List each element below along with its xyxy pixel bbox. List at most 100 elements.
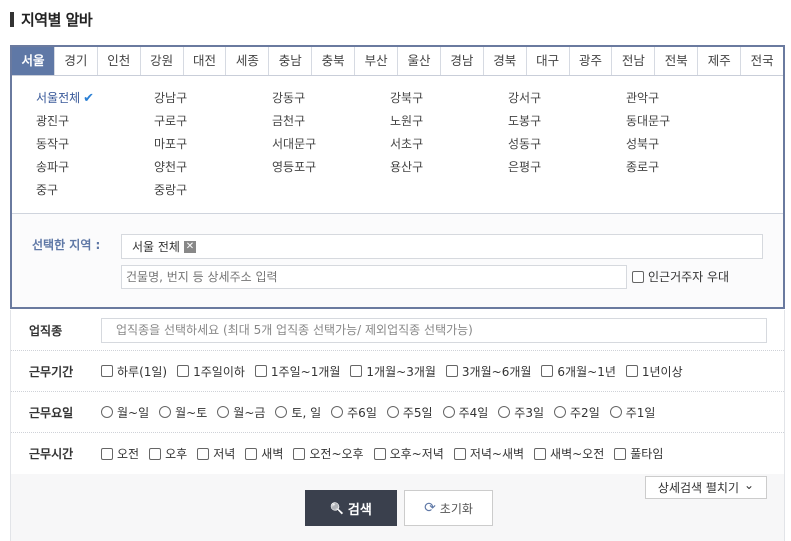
district-item[interactable]: 금천구 bbox=[272, 112, 390, 130]
checkbox[interactable] bbox=[254, 365, 267, 377]
tab-region[interactable]: 경북 bbox=[482, 47, 526, 75]
district-item[interactable]: 성동구 bbox=[508, 135, 626, 153]
district-item[interactable]: 중구 bbox=[36, 181, 154, 199]
district-item[interactable]: 광진구 bbox=[36, 112, 154, 130]
days-option[interactable]: 주4일 bbox=[442, 404, 488, 421]
checkbox[interactable] bbox=[293, 447, 306, 460]
days-option[interactable]: 월~토 bbox=[159, 404, 207, 421]
tab-region[interactable]: 광주 bbox=[568, 47, 612, 75]
district-item[interactable]: 동작구 bbox=[36, 135, 154, 153]
tab-region[interactable]: 경남 bbox=[439, 47, 483, 75]
district-item[interactable]: 도봉구 bbox=[508, 112, 626, 130]
period-option[interactable]: 6개월~1년 bbox=[541, 363, 616, 380]
hours-option[interactable]: 저녁 bbox=[197, 445, 235, 462]
tab-region[interactable]: 강원 bbox=[139, 47, 183, 75]
district-item[interactable]: 강서구 bbox=[508, 89, 626, 107]
checkbox[interactable] bbox=[614, 447, 627, 460]
search-button[interactable]: 🔍 검색 bbox=[305, 490, 397, 526]
tab-region[interactable]: 서울 bbox=[12, 47, 54, 75]
checkbox[interactable] bbox=[625, 365, 638, 377]
district-item[interactable]: 강동구 bbox=[272, 89, 390, 107]
days-option[interactable]: 주1일 bbox=[609, 404, 655, 421]
days-option[interactable]: 주3일 bbox=[498, 404, 544, 421]
district-item[interactable]: 서울전체 ✔ bbox=[36, 89, 154, 107]
district-item[interactable]: 양천구 bbox=[154, 158, 272, 176]
radio-button[interactable] bbox=[442, 406, 455, 418]
district-item[interactable]: 마포구 bbox=[154, 135, 272, 153]
radio-button[interactable] bbox=[609, 406, 622, 418]
tab-region[interactable]: 충남 bbox=[268, 47, 312, 75]
district-item[interactable]: 송파구 bbox=[36, 158, 154, 176]
period-option[interactable]: 하루(1일) bbox=[101, 363, 167, 380]
district-item[interactable]: 종로구 bbox=[626, 158, 744, 176]
job-type-input[interactable]: 업직종을 선택하세요 (최대 5개 업직종 선택가능/ 제외업직종 선택가능) bbox=[101, 318, 767, 343]
radio-button[interactable] bbox=[331, 406, 344, 418]
hours-option[interactable]: 오후 bbox=[149, 445, 187, 462]
tab-region[interactable]: 부산 bbox=[354, 47, 398, 75]
radio-button[interactable] bbox=[554, 406, 567, 418]
period-option[interactable]: 1개월~3개월 bbox=[350, 363, 436, 380]
district-item[interactable]: 영등포구 bbox=[272, 158, 390, 176]
tab-region[interactable]: 제주 bbox=[697, 47, 741, 75]
period-option[interactable]: 3개월~6개월 bbox=[445, 363, 531, 380]
hours-option[interactable]: 풀타임 bbox=[614, 445, 663, 462]
district-item[interactable]: 서대문구 bbox=[272, 135, 390, 153]
tab-region[interactable]: 충북 bbox=[311, 47, 355, 75]
period-option[interactable]: 1주일~1개월 bbox=[254, 363, 340, 380]
tab-region[interactable]: 울산 bbox=[397, 47, 440, 75]
hours-option[interactable]: 새벽~오전 bbox=[534, 445, 604, 462]
hours-option[interactable]: 새벽 bbox=[245, 445, 283, 462]
remove-chip-icon[interactable]: ✕ bbox=[183, 240, 196, 253]
district-item[interactable]: 관악구 bbox=[626, 89, 744, 107]
radio-button[interactable] bbox=[101, 406, 113, 418]
detail-search-toggle-button[interactable]: 상세검색 펼치기 ⌄ bbox=[645, 476, 767, 499]
district-item[interactable]: 용산구 bbox=[390, 158, 508, 176]
radio-button[interactable] bbox=[386, 406, 399, 418]
hours-option[interactable]: 오후~저녁 bbox=[373, 445, 444, 462]
district-item[interactable]: 강북구 bbox=[390, 89, 508, 107]
radio-button[interactable] bbox=[275, 406, 288, 418]
checkbox[interactable] bbox=[101, 365, 113, 377]
district-item[interactable]: 성북구 bbox=[626, 135, 744, 153]
district-item[interactable]: 강남구 bbox=[154, 89, 272, 107]
district-item[interactable]: 서초구 bbox=[390, 135, 508, 153]
days-option[interactable]: 월~일 bbox=[101, 404, 149, 421]
tab-region[interactable]: 전국 bbox=[740, 47, 784, 75]
checkbox[interactable] bbox=[453, 447, 466, 460]
checkbox[interactable] bbox=[445, 365, 458, 377]
checkbox[interactable] bbox=[373, 447, 386, 460]
checkbox[interactable] bbox=[350, 365, 363, 377]
near-resident-checkbox[interactable] bbox=[632, 270, 644, 283]
reset-button[interactable]: ⟳ 초기화 bbox=[404, 490, 493, 526]
district-item[interactable]: 은평구 bbox=[508, 158, 626, 176]
tab-region[interactable]: 인천 bbox=[96, 47, 140, 75]
checkbox[interactable] bbox=[101, 447, 113, 460]
days-option[interactable]: 토, 일 bbox=[275, 404, 321, 421]
days-option[interactable]: 주5일 bbox=[386, 404, 433, 421]
tab-region[interactable]: 전남 bbox=[611, 47, 655, 75]
tab-region[interactable]: 전북 bbox=[654, 47, 698, 75]
tab-region[interactable]: 세종 bbox=[225, 47, 269, 75]
tab-region[interactable]: 대전 bbox=[182, 47, 226, 75]
checkbox[interactable] bbox=[245, 447, 258, 460]
days-option[interactable]: 주6일 bbox=[331, 404, 377, 421]
near-resident-option[interactable]: 인근거주자 우대 bbox=[632, 268, 729, 285]
checkbox[interactable] bbox=[534, 447, 547, 460]
district-item[interactable]: 노원구 bbox=[390, 112, 508, 130]
checkbox[interactable] bbox=[541, 365, 554, 377]
radio-button[interactable] bbox=[498, 406, 511, 418]
district-item[interactable]: 동대문구 bbox=[626, 112, 744, 130]
hours-option[interactable]: 오전~오후 bbox=[293, 445, 364, 462]
district-item[interactable]: 구로구 bbox=[154, 112, 272, 130]
address-detail-input[interactable] bbox=[121, 265, 627, 289]
period-option[interactable]: 1주일이하 bbox=[177, 363, 245, 380]
radio-button[interactable] bbox=[217, 406, 230, 418]
radio-button[interactable] bbox=[159, 406, 172, 418]
hours-option[interactable]: 저녁~새벽 bbox=[453, 445, 524, 462]
hours-option[interactable]: 오전 bbox=[101, 445, 139, 462]
period-option[interactable]: 1년이상 bbox=[625, 363, 683, 380]
district-item[interactable]: 중랑구 bbox=[154, 181, 272, 199]
days-option[interactable]: 월~금 bbox=[217, 404, 265, 421]
checkbox[interactable] bbox=[149, 447, 162, 460]
checkbox[interactable] bbox=[197, 447, 210, 460]
